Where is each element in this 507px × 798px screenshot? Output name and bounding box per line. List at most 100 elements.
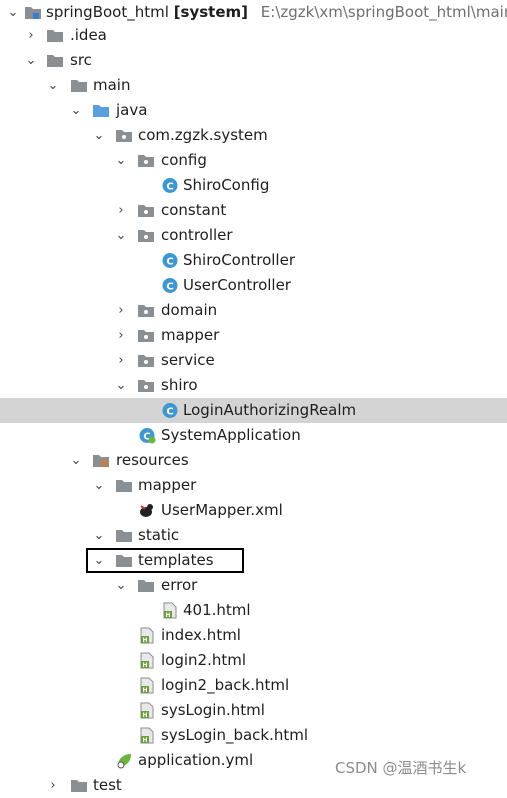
- chevron-right-icon[interactable]: ›: [114, 198, 128, 223]
- project-path: E:\zgzk\xm\springBoot_html\main\sp: [260, 3, 507, 21]
- tree-label: SystemApplication: [161, 426, 301, 444]
- chevron-down-icon[interactable]: ⌄: [92, 523, 106, 548]
- templates-highlight-box: [86, 548, 244, 573]
- tree-row-mapper-folder[interactable]: ⌄ mapper: [0, 473, 507, 498]
- package-icon: [137, 152, 155, 169]
- tree-row-main[interactable]: ⌄ main: [0, 73, 507, 98]
- folder-icon: [115, 527, 133, 544]
- tree-label: ShiroConfig: [183, 176, 270, 194]
- tree-label: static: [138, 526, 180, 544]
- package-icon: [137, 327, 155, 344]
- folder-icon: [46, 27, 64, 44]
- tree-label: resources: [116, 451, 189, 469]
- tree-row-usercontroller[interactable]: C UserController: [0, 273, 507, 298]
- chevron-down-icon[interactable]: ⌄: [114, 223, 128, 248]
- tree-row-shiroconfig[interactable]: C ShiroConfig: [0, 173, 507, 198]
- csdn-watermark: CSDN @温酒书生k: [335, 759, 467, 777]
- svg-text:C: C: [166, 407, 173, 418]
- chevron-down-icon[interactable]: ⌄: [114, 373, 128, 398]
- chevron-down-icon[interactable]: ⌄: [114, 573, 128, 598]
- tree-row-index-html[interactable]: H index.html: [0, 623, 507, 648]
- project-module: [system]: [173, 3, 249, 21]
- module-folder-icon: [24, 4, 42, 21]
- tree-label: login2.html: [161, 651, 247, 669]
- tree-label: mapper: [138, 476, 197, 494]
- chevron-down-icon[interactable]: ⌄: [69, 98, 83, 123]
- chevron-down-icon[interactable]: ⌄: [46, 73, 60, 98]
- tree-row-constant[interactable]: › constant: [0, 198, 507, 223]
- tree-row-shirocontroller[interactable]: C ShiroController: [0, 248, 507, 273]
- tree-label: index.html: [161, 626, 241, 644]
- tree-row-systemapplication[interactable]: C SystemApplication: [0, 423, 507, 448]
- tree-label: main: [93, 76, 131, 94]
- package-icon: [137, 352, 155, 369]
- chevron-down-icon[interactable]: ⌄: [24, 48, 38, 73]
- tree-row-service[interactable]: › service: [0, 348, 507, 373]
- tree-label: application.yml: [138, 751, 254, 769]
- tree-row-401-html[interactable]: H 401.html: [0, 598, 507, 623]
- tree-row-static[interactable]: ⌄ static: [0, 523, 507, 548]
- tree-label: config: [161, 151, 207, 169]
- chevron-down-icon[interactable]: ⌄: [92, 473, 106, 498]
- html-file-icon: H: [161, 602, 179, 619]
- tree-row-config[interactable]: ⌄ config: [0, 148, 507, 173]
- tree-row-login2-html[interactable]: H login2.html: [0, 648, 507, 673]
- tree-label: sysLogin_back.html: [161, 726, 309, 744]
- tree-label: constant: [161, 201, 227, 219]
- html-file-icon: H: [138, 677, 156, 694]
- chevron-down-icon[interactable]: ⌄: [114, 148, 128, 173]
- package-icon: [137, 227, 155, 244]
- tree-row-syslogin-html[interactable]: H sysLogin.html: [0, 698, 507, 723]
- tree-row-templates[interactable]: ⌄ templates: [0, 548, 507, 573]
- tree-row-login2-back-html[interactable]: H login2_back.html: [0, 673, 507, 698]
- chevron-right-icon[interactable]: ›: [114, 298, 128, 323]
- chevron-down-icon[interactable]: ⌄: [6, 0, 20, 25]
- tree-row-mapper-package[interactable]: › mapper: [0, 323, 507, 348]
- tree-row-src[interactable]: ⌄ src: [0, 48, 507, 73]
- html-file-icon: H: [138, 727, 156, 744]
- tree-label: controller: [161, 226, 233, 244]
- tree-label: error: [161, 576, 198, 594]
- class-icon: C: [161, 277, 179, 294]
- tree-label: UserController: [183, 276, 291, 294]
- tree-row-controller[interactable]: ⌄ controller: [0, 223, 507, 248]
- svg-text:H: H: [165, 612, 170, 619]
- svg-text:H: H: [142, 712, 147, 719]
- folder-icon: [46, 52, 64, 69]
- tree-row-loginauthorizingrealm[interactable]: C LoginAuthorizingRealm: [0, 398, 507, 423]
- chevron-down-icon[interactable]: ⌄: [92, 123, 106, 148]
- mybatis-xml-icon: [138, 502, 156, 519]
- chevron-down-icon[interactable]: ⌄: [69, 448, 83, 473]
- package-icon: [137, 202, 155, 219]
- tree-row-project-root[interactable]: ⌄ springBoot_html [system] E:\zgzk\xm\sp…: [0, 0, 507, 25]
- package-icon: [137, 377, 155, 394]
- tree-row-error[interactable]: ⌄ error: [0, 573, 507, 598]
- tree-row-idea[interactable]: › .idea: [0, 23, 507, 48]
- tree-row-java[interactable]: ⌄ java: [0, 98, 507, 123]
- tree-label: src: [70, 51, 92, 69]
- project-tree: ⌄ springBoot_html [system] E:\zgzk\xm\sp…: [0, 0, 507, 794]
- class-icon: C: [161, 177, 179, 194]
- tree-row-usermapper-xml[interactable]: UserMapper.xml: [0, 498, 507, 523]
- tree-row-package-root[interactable]: ⌄ com.zgzk.system: [0, 123, 507, 148]
- tree-row-syslogin-back-html[interactable]: H sysLogin_back.html: [0, 723, 507, 748]
- tree-row-shiro[interactable]: ⌄ shiro: [0, 373, 507, 398]
- tree-label: ShiroController: [183, 251, 295, 269]
- html-file-icon: H: [138, 652, 156, 669]
- svg-text:C: C: [166, 182, 173, 193]
- folder-icon: [70, 77, 88, 94]
- tree-row-domain[interactable]: › domain: [0, 298, 507, 323]
- svg-text:H: H: [142, 687, 147, 694]
- chevron-right-icon[interactable]: ›: [24, 23, 38, 48]
- svg-text:H: H: [142, 637, 147, 644]
- folder-icon: [115, 477, 133, 494]
- tree-row-resources[interactable]: ⌄ resources: [0, 448, 507, 473]
- tree-label: mapper: [161, 326, 220, 344]
- project-name: springBoot_html: [46, 3, 169, 21]
- chevron-right-icon[interactable]: ›: [114, 348, 128, 373]
- package-icon: [137, 302, 155, 319]
- chevron-right-icon[interactable]: ›: [114, 323, 128, 348]
- spring-boot-class-icon: C: [138, 427, 156, 444]
- tree-label: domain: [161, 301, 218, 319]
- spring-yml-icon: [115, 752, 133, 769]
